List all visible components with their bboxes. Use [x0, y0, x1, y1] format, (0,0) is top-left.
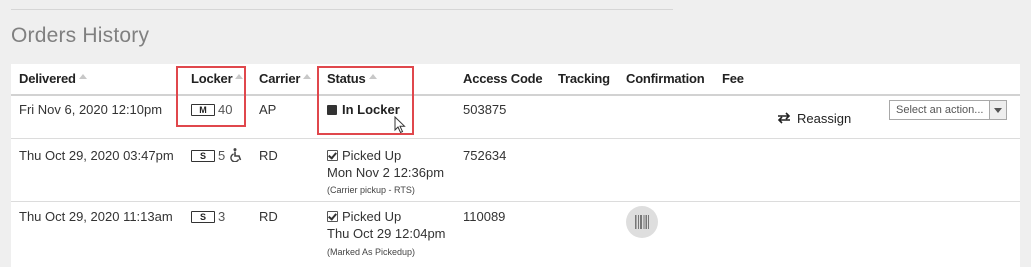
- swap-arrows-icon: [777, 112, 791, 124]
- status-cell: Picked Up: [327, 148, 401, 163]
- status-label: Picked Up: [342, 148, 402, 163]
- access-code: 110089: [463, 209, 506, 224]
- checkbox-checked-icon: [327, 211, 338, 222]
- action-select[interactable]: Select an action...: [889, 100, 1007, 120]
- sort-arrow-icon: [78, 74, 87, 79]
- barcode-icon: [635, 215, 649, 229]
- status-time: Thu Oct 29 12:04pm: [327, 226, 446, 241]
- reassign-button[interactable]: Reassign: [777, 111, 851, 126]
- locker-size-badge: S: [191, 150, 215, 162]
- top-divider: [11, 9, 673, 10]
- carrier: RD: [259, 148, 278, 163]
- row-divider: [11, 201, 1020, 202]
- locker-cell: S5: [191, 148, 243, 163]
- carrier: AP: [259, 102, 277, 117]
- row-divider: [11, 138, 1020, 139]
- checkbox-checked-icon: [327, 150, 338, 161]
- locker-number: 5: [218, 148, 226, 163]
- locker-cell: S3: [191, 209, 225, 224]
- status-note: (Carrier pickup - RTS): [327, 185, 415, 195]
- confirmation-button[interactable]: [626, 206, 658, 238]
- carrier: RD: [259, 209, 278, 224]
- header-divider: [11, 94, 1020, 96]
- access-code: 503875: [463, 102, 507, 117]
- orders-table: Delivered Locker Carrier Status Access C…: [11, 64, 1020, 267]
- header-access-code: Access Code: [463, 71, 543, 86]
- sort-arrow-icon: [303, 74, 312, 79]
- header-confirmation: Confirmation: [626, 71, 705, 86]
- status-cell: Picked Up: [327, 209, 401, 224]
- access-code: 752634: [463, 148, 507, 163]
- locker-size-badge: S: [191, 211, 215, 223]
- dropdown-arrow-icon[interactable]: [989, 101, 1006, 119]
- status-time: Mon Nov 2 12:36pm: [327, 165, 445, 180]
- header-carrier[interactable]: Carrier: [259, 64, 312, 94]
- accessibility-icon: [230, 148, 242, 163]
- locker-highlight-box: [176, 66, 246, 127]
- mouse-cursor-icon: [394, 116, 406, 134]
- status-note: (Marked As Pickedup): [327, 247, 416, 257]
- delivered-date: Fri Nov 6, 2020 12:10pm: [19, 102, 163, 117]
- status-label: Picked Up: [342, 209, 402, 224]
- page-title: Orders History: [11, 24, 150, 47]
- header-delivered[interactable]: Delivered: [19, 64, 87, 94]
- delivered-date: Thu Oct 29, 2020 11:13am: [19, 209, 173, 224]
- delivered-date: Thu Oct 29, 2020 03:47pm: [19, 148, 174, 163]
- header-fee: Fee: [722, 71, 744, 86]
- header-tracking: Tracking: [558, 71, 610, 86]
- locker-number: 3: [218, 209, 226, 224]
